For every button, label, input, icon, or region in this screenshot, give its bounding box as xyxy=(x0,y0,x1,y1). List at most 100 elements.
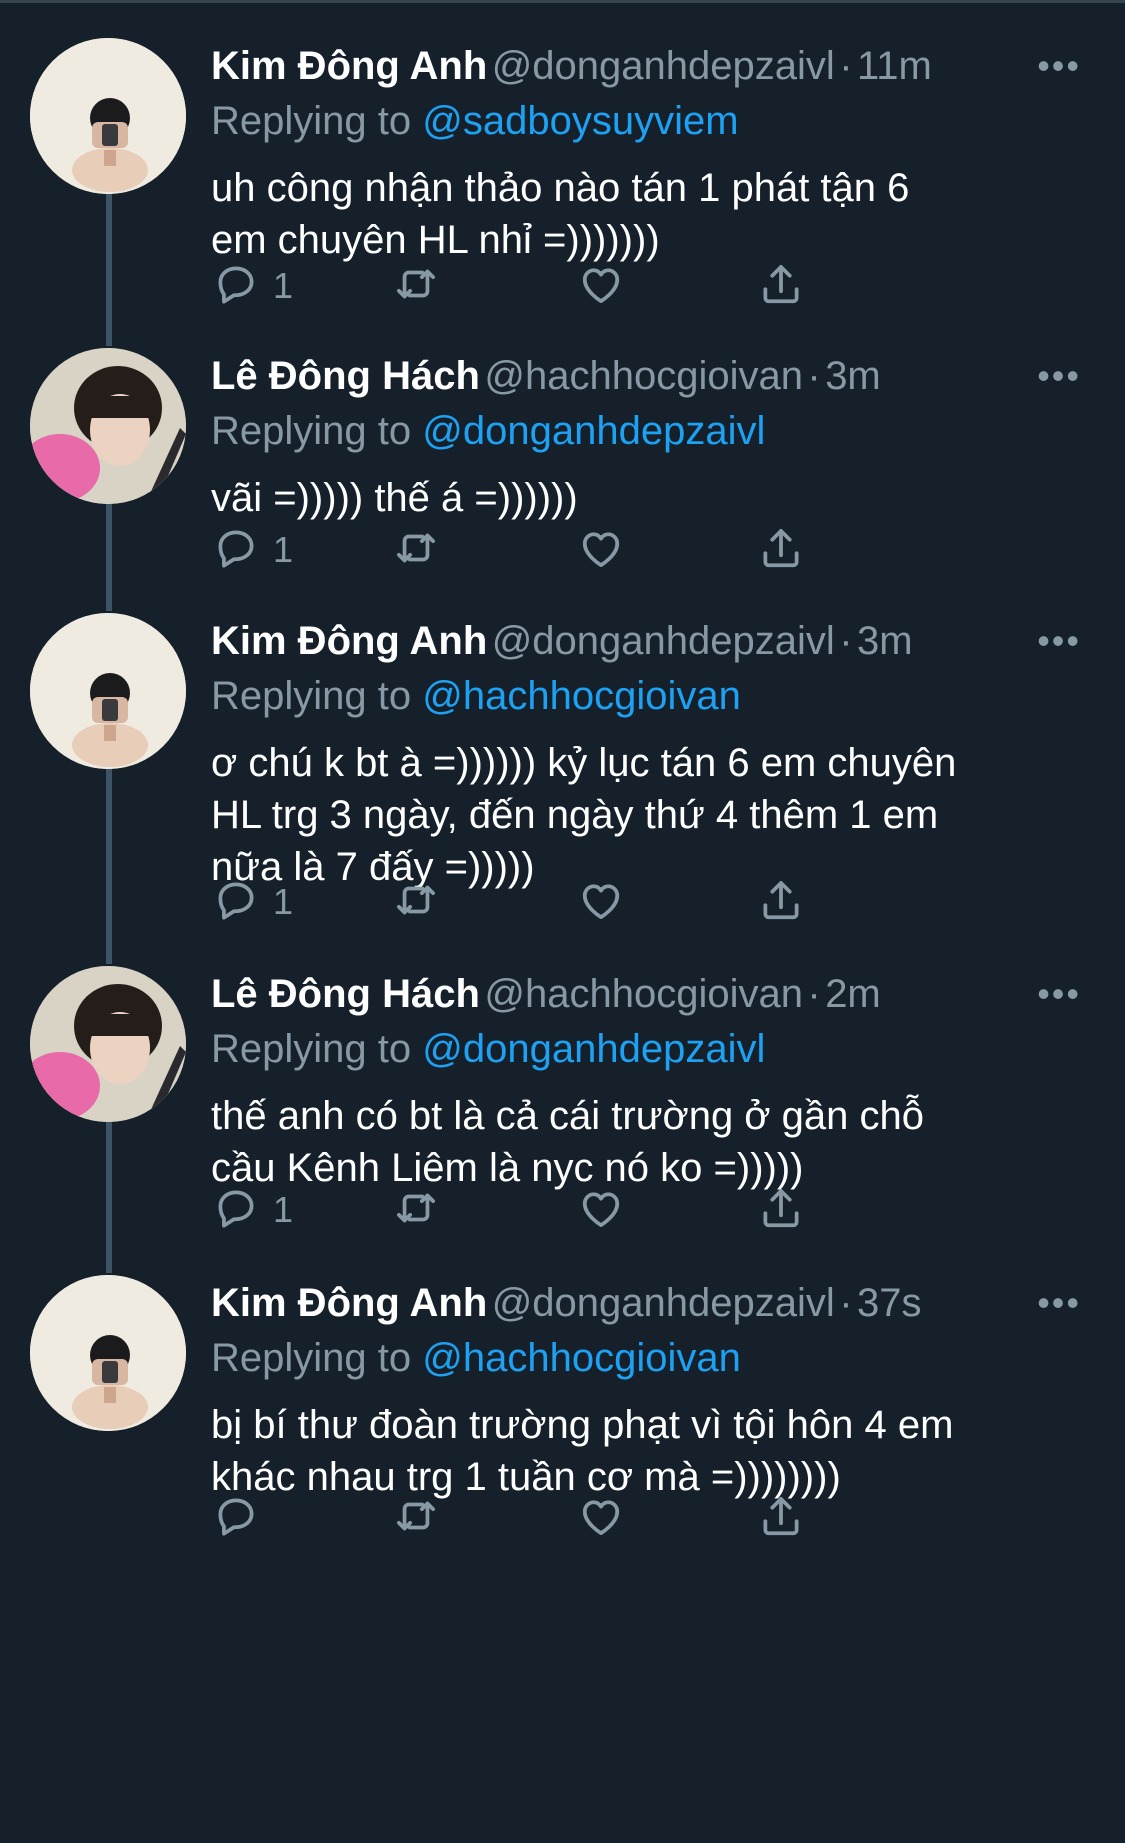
tweet-actions: 1 xyxy=(211,256,1091,316)
timestamp[interactable]: 11m xyxy=(857,44,932,88)
tweet-text: vãi =))))) thế á =)))))) xyxy=(211,472,1107,524)
tweet-header: Kim Đông Anh @donganhdepzaivl · 37s ••• xyxy=(211,1275,1107,1331)
share-icon xyxy=(756,875,806,930)
like-button[interactable] xyxy=(576,520,626,580)
mention-link[interactable]: @donganhdepzaivl xyxy=(422,409,765,453)
retweet-button[interactable] xyxy=(391,520,441,580)
heart-icon xyxy=(576,523,626,578)
share-button[interactable] xyxy=(756,1180,806,1240)
retweet-button[interactable] xyxy=(391,1488,441,1548)
mention-link[interactable]: @sadboysuyviem xyxy=(422,99,738,143)
timestamp[interactable]: 37s xyxy=(857,1281,922,1325)
share-button[interactable] xyxy=(756,256,806,316)
display-name[interactable]: Kim Đông Anh xyxy=(211,44,487,88)
display-name[interactable]: Lê Đông Hách xyxy=(211,972,480,1016)
tweet-content: Lê Đông Hách @hachhocgioivan · 3m ••• Repl… xyxy=(211,348,1107,524)
share-icon xyxy=(756,1183,806,1238)
tweet[interactable]: Kim Đông Anh @donganhdepzaivl · 3m ••• Rep… xyxy=(0,613,1125,932)
like-button[interactable] xyxy=(576,1180,626,1240)
retweet-button[interactable] xyxy=(391,872,441,932)
tweet[interactable]: Kim Đông Anh @donganhdepzaivl · 11m ••• Re… xyxy=(0,38,1125,316)
tweet-actions: 1 xyxy=(211,872,1091,932)
tweet[interactable]: Kim Đông Anh @donganhdepzaivl · 37s ••• Re… xyxy=(0,1275,1125,1548)
reply-button[interactable]: 1 xyxy=(211,1180,293,1240)
avatar[interactable] xyxy=(30,348,186,504)
separator-dot: · xyxy=(839,1281,853,1325)
tweet-actions: 1 xyxy=(211,1180,1091,1240)
tweet[interactable]: Lê Đông Hách @hachhocgioivan · 3m ••• Repl… xyxy=(0,348,1125,580)
separator-dot: · xyxy=(807,972,821,1016)
display-name[interactable]: Kim Đông Anh xyxy=(211,1281,487,1325)
separator-dot: · xyxy=(839,44,853,88)
reply-count: 1 xyxy=(273,881,294,922)
user-handle[interactable]: @donganhdepzaivl xyxy=(492,619,835,663)
timestamp[interactable]: 3m xyxy=(825,354,881,398)
timestamp[interactable]: 2m xyxy=(825,972,881,1016)
replying-label: Replying to xyxy=(211,674,412,718)
tweet-text: uh công nhận thảo nào tán 1 phát tận 6 em… xyxy=(211,162,1107,266)
tweet[interactable]: Lê Đông Hách @hachhocgioivan · 2m ••• Repl… xyxy=(0,966,1125,1240)
heart-icon xyxy=(576,1183,626,1238)
more-options-icon[interactable]: ••• xyxy=(1037,1275,1081,1331)
more-options-icon[interactable]: ••• xyxy=(1037,966,1081,1022)
avatar[interactable] xyxy=(30,1275,186,1431)
reply-button[interactable]: 1 xyxy=(211,872,293,932)
tweet-text-line: ơ chú k bt à =)))))) kỷ lục tán 6 em chu… xyxy=(211,741,957,785)
reply-button[interactable]: 1 xyxy=(211,256,293,316)
tweet-actions: 1 xyxy=(211,520,1091,580)
share-icon xyxy=(756,523,806,578)
retweet-icon xyxy=(391,1491,441,1546)
tweet-content: Kim Đông Anh @donganhdepzaivl · 11m ••• Re… xyxy=(211,38,1107,266)
user-handle[interactable]: @hachhocgioivan xyxy=(484,354,803,398)
mention-link[interactable]: @hachhocgioivan xyxy=(422,674,741,718)
tweet-header: Kim Đông Anh @donganhdepzaivl · 3m ••• xyxy=(211,613,1107,669)
reply-count: 1 xyxy=(273,1189,294,1230)
replying-label: Replying to xyxy=(211,99,412,143)
replying-label: Replying to xyxy=(211,409,412,453)
tweet-text: ơ chú k bt à =)))))) kỷ lục tán 6 em chu… xyxy=(211,737,1107,893)
like-button[interactable] xyxy=(576,1488,626,1548)
reply-icon xyxy=(211,259,261,314)
share-icon xyxy=(756,1491,806,1546)
heart-icon xyxy=(576,875,626,930)
retweet-button[interactable] xyxy=(391,1180,441,1240)
avatar[interactable] xyxy=(30,966,186,1122)
user-handle[interactable]: @donganhdepzaivl xyxy=(492,1281,835,1325)
display-name[interactable]: Lê Đông Hách xyxy=(211,354,480,398)
reply-button[interactable]: 1 xyxy=(211,520,293,580)
reply-count: 1 xyxy=(273,265,294,306)
tweet-text-line: HL trg 3 ngày, đến ngày thứ 4 thêm 1 em xyxy=(211,793,939,837)
tweet-thread: Kim Đông Anh @donganhdepzaivl · 11m ••• Re… xyxy=(0,0,1125,1843)
share-button[interactable] xyxy=(756,520,806,580)
more-options-icon[interactable]: ••• xyxy=(1037,348,1081,404)
reply-icon xyxy=(211,875,261,930)
like-button[interactable] xyxy=(576,256,626,316)
share-button[interactable] xyxy=(756,1488,806,1548)
heart-icon xyxy=(576,259,626,314)
reply-icon xyxy=(211,1491,261,1546)
mention-link[interactable]: @donganhdepzaivl xyxy=(422,1027,765,1071)
retweet-button[interactable] xyxy=(391,256,441,316)
separator-dot: · xyxy=(839,619,853,663)
user-handle[interactable]: @hachhocgioivan xyxy=(484,972,803,1016)
reply-button[interactable] xyxy=(211,1488,261,1548)
more-options-icon[interactable]: ••• xyxy=(1037,38,1081,94)
tweet-text-line: thế anh có bt là cả cái trường ở gần chỗ xyxy=(211,1094,924,1138)
display-name[interactable]: Kim Đông Anh xyxy=(211,619,487,663)
reply-icon xyxy=(211,523,261,578)
replying-label: Replying to xyxy=(211,1027,412,1071)
more-options-icon[interactable]: ••• xyxy=(1037,613,1081,669)
like-button[interactable] xyxy=(576,872,626,932)
mention-link[interactable]: @hachhocgioivan xyxy=(422,1336,741,1380)
replying-to: Replying to @donganhdepzaivl xyxy=(211,404,1107,458)
tweet-text-line: bị bí thư đoàn trường phạt vì tội hôn 4 … xyxy=(211,1403,954,1447)
avatar[interactable] xyxy=(30,38,186,194)
user-handle[interactable]: @donganhdepzaivl xyxy=(492,44,835,88)
tweet-text-line: uh công nhận thảo nào tán 1 phát tận 6 xyxy=(211,166,910,210)
avatar[interactable] xyxy=(30,613,186,769)
tweet-content: Lê Đông Hách @hachhocgioivan · 2m ••• Repl… xyxy=(211,966,1107,1194)
tweet-content: Kim Đông Anh @donganhdepzaivl · 37s ••• Re… xyxy=(211,1275,1107,1503)
retweet-icon xyxy=(391,875,441,930)
share-button[interactable] xyxy=(756,872,806,932)
timestamp[interactable]: 3m xyxy=(857,619,913,663)
